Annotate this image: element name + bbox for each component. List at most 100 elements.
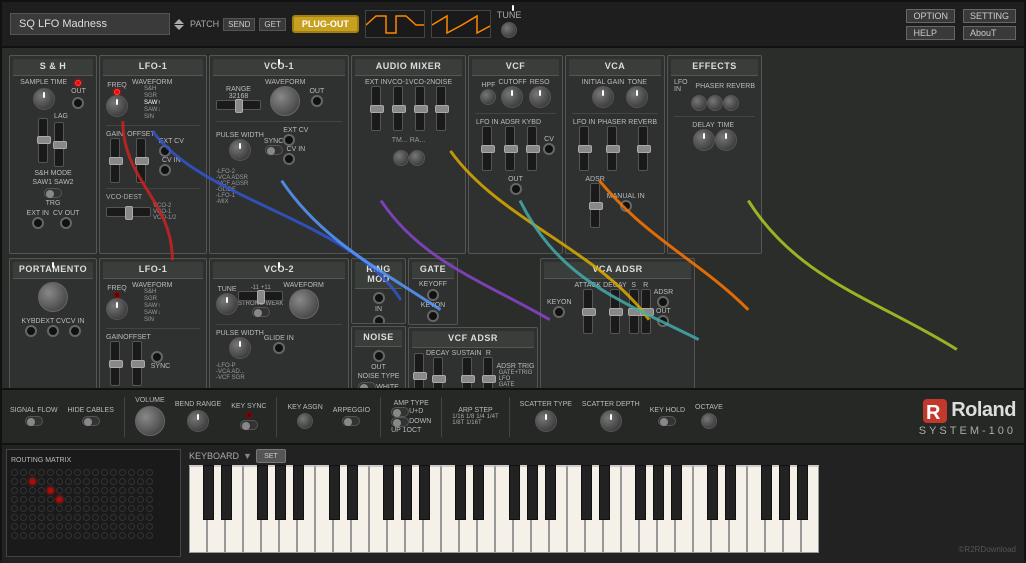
preset-display[interactable]: SQ LFO Madness <box>10 13 170 35</box>
effects-reverb-knob[interactable] <box>723 95 739 111</box>
mdot-17[interactable] <box>20 478 27 485</box>
mdot-93[interactable] <box>128 514 135 521</box>
lfo1-offset-slider[interactable] <box>136 138 146 183</box>
mdot-81[interactable] <box>20 514 27 521</box>
mixer-ext-in-slider[interactable] <box>371 86 381 131</box>
black-key-D#6[interactable] <box>725 465 736 520</box>
mdot-99[interactable] <box>38 523 45 530</box>
mdot-124[interactable] <box>119 532 126 539</box>
black-key-F#5[interactable] <box>635 465 646 520</box>
black-key-C#2[interactable] <box>203 465 214 520</box>
mdot-57[interactable] <box>92 496 99 503</box>
mdot-71[interactable] <box>74 505 81 512</box>
mdot-0[interactable] <box>11 469 18 476</box>
mdot-48[interactable] <box>11 496 18 503</box>
keyboard-settings-btn[interactable]: SET <box>256 449 286 463</box>
vca-adsr-out-jack[interactable] <box>657 315 669 327</box>
mdot-56[interactable] <box>83 496 90 503</box>
mdot-109[interactable] <box>128 523 135 530</box>
black-key-F#4[interactable] <box>509 465 520 520</box>
lfo2-wf-sh[interactable]: S&H <box>142 289 162 295</box>
mdot-8[interactable] <box>83 469 90 476</box>
black-key-A#2[interactable] <box>293 465 304 520</box>
black-key-D#3[interactable] <box>347 465 358 520</box>
mdot-119[interactable] <box>74 532 81 539</box>
mdot-69[interactable] <box>56 505 63 512</box>
vcf-lfo-slider[interactable] <box>482 126 492 171</box>
black-key-G#2[interactable] <box>275 465 286 520</box>
mdot-9[interactable] <box>92 469 99 476</box>
mdot-59[interactable] <box>110 496 117 503</box>
sh-cv-out-jack[interactable] <box>60 217 72 229</box>
volume-knob[interactable] <box>135 406 165 436</box>
mdot-84[interactable] <box>47 514 54 521</box>
mdot-107[interactable] <box>110 523 117 530</box>
black-key-C#5[interactable] <box>581 465 592 520</box>
effects-time-knob[interactable] <box>715 129 737 151</box>
mdot-104[interactable] <box>83 523 90 530</box>
mdot-19[interactable] <box>38 478 45 485</box>
black-key-A#6[interactable] <box>797 465 808 520</box>
mdot-111[interactable] <box>146 523 153 530</box>
mdot-41[interactable] <box>92 487 99 494</box>
preset-down-arrow[interactable] <box>174 25 184 30</box>
setting-button[interactable]: SETTING <box>963 9 1016 23</box>
black-key-G#6[interactable] <box>779 465 790 520</box>
vca-adsr-attack-slider[interactable] <box>583 289 593 334</box>
send-button[interactable]: SEND <box>223 18 255 31</box>
mdot-65[interactable] <box>20 505 27 512</box>
mdot-15[interactable] <box>146 469 153 476</box>
mdot-105[interactable] <box>92 523 99 530</box>
mdot-76[interactable] <box>119 505 126 512</box>
ring-in-jack[interactable] <box>373 292 385 304</box>
ring-out-jack[interactable] <box>373 315 385 324</box>
vco1-cv-in-jack[interactable] <box>283 153 295 165</box>
lfo1-wf-sgr[interactable]: SGR <box>142 93 162 99</box>
scatter-type-knob[interactable] <box>535 410 557 432</box>
lfo1-freq-knob[interactable] <box>106 95 128 117</box>
mdot-55[interactable] <box>74 496 81 503</box>
amp-ud-toggle[interactable] <box>391 407 409 417</box>
mdot-30[interactable] <box>137 478 144 485</box>
mdot-68[interactable] <box>47 505 54 512</box>
gate-keyoff-jack[interactable] <box>427 289 439 301</box>
black-key-D#5[interactable] <box>599 465 610 520</box>
mdot-33[interactable] <box>20 487 27 494</box>
amp-down-toggle[interactable] <box>391 417 409 427</box>
lfo1-gain-slider[interactable] <box>110 138 120 183</box>
vcf-hpf-knob[interactable] <box>480 89 496 105</box>
mdot-43[interactable] <box>110 487 117 494</box>
vca-adsr-decay-slider[interactable] <box>610 289 620 334</box>
mdot-5[interactable] <box>56 469 63 476</box>
mdot-42[interactable] <box>101 487 108 494</box>
mdot-102[interactable] <box>65 523 72 530</box>
vco1-out-jack[interactable] <box>311 95 323 107</box>
mdot-31[interactable] <box>146 478 153 485</box>
mdot-92[interactable] <box>119 514 126 521</box>
black-key-C#4[interactable] <box>455 465 466 520</box>
mdot-26[interactable] <box>101 478 108 485</box>
vcf-out-jack[interactable] <box>510 183 522 195</box>
mdot-73[interactable] <box>92 505 99 512</box>
key-asgn-knob[interactable] <box>297 413 313 429</box>
noise-out-jack[interactable] <box>373 350 385 362</box>
scatter-depth-knob[interactable] <box>600 410 622 432</box>
black-key-F#6[interactable] <box>761 465 772 520</box>
mdot-101[interactable] <box>56 523 63 530</box>
lfo2-offset-slider[interactable] <box>132 341 142 386</box>
lfo2-wf-saw2[interactable]: SAW↓ <box>142 310 162 316</box>
lfo1-wf-sin[interactable]: SIN <box>142 114 162 120</box>
lfo1-wf-sh[interactable]: S&H <box>142 86 162 92</box>
mdot-86[interactable] <box>65 514 72 521</box>
mdot-4[interactable] <box>47 469 54 476</box>
mdot-125[interactable] <box>128 532 135 539</box>
mdot-97[interactable] <box>20 523 27 530</box>
mdot-85[interactable] <box>56 514 63 521</box>
lfo1-wf-saw1[interactable]: SAW↑ <box>142 100 162 106</box>
mdot-7[interactable] <box>74 469 81 476</box>
mdot-79[interactable] <box>146 505 153 512</box>
key-sync-toggle[interactable] <box>240 420 258 430</box>
mdot-88[interactable] <box>83 514 90 521</box>
vco1-range-slider[interactable] <box>216 100 261 110</box>
lfo2-wf-sin[interactable]: SIN <box>142 317 162 323</box>
